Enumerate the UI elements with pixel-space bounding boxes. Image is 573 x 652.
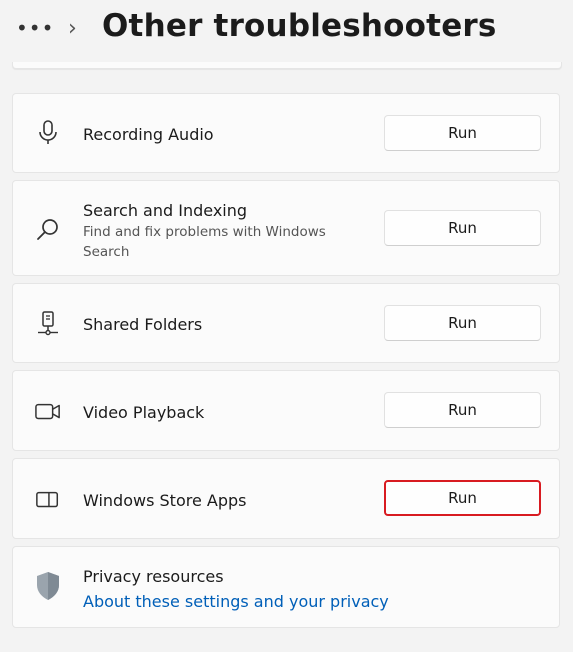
microphone-icon bbox=[35, 120, 61, 146]
shared-folder-icon bbox=[35, 311, 61, 337]
page-header: ••• › Other troubleshooters bbox=[0, 0, 573, 62]
shield-icon bbox=[35, 572, 61, 600]
breadcrumb-chevron-icon: › bbox=[68, 16, 77, 41]
run-recording-audio-button[interactable]: Run bbox=[384, 115, 541, 151]
troubleshooter-label: Video Playback bbox=[83, 403, 205, 422]
troubleshooter-label: Search and Indexing bbox=[83, 201, 248, 220]
search-icon bbox=[35, 216, 61, 242]
troubleshooter-description: Find and fix problems with Windows Searc… bbox=[83, 224, 326, 260]
troubleshooter-label: Recording Audio bbox=[83, 125, 214, 144]
page-title: Other troubleshooters bbox=[102, 8, 497, 44]
troubleshooter-label: Shared Folders bbox=[83, 315, 203, 334]
privacy-resources-card: Privacy resources About these settings a… bbox=[12, 546, 560, 628]
troubleshooter-windows-store-apps: Windows Store Apps Run bbox=[12, 458, 560, 539]
troubleshooter-shared-folders: Shared Folders Run bbox=[12, 283, 560, 363]
run-windows-store-apps-button[interactable]: Run bbox=[384, 480, 541, 516]
troubleshooter-recording-audio: Recording Audio Run bbox=[12, 93, 560, 173]
run-search-indexing-button[interactable]: Run bbox=[384, 210, 541, 246]
more-options-button[interactable]: ••• bbox=[16, 18, 53, 42]
run-shared-folders-button[interactable]: Run bbox=[384, 305, 541, 341]
video-camera-icon bbox=[35, 399, 61, 425]
troubleshooter-label: Windows Store Apps bbox=[83, 491, 247, 510]
privacy-resources-title: Privacy resources bbox=[83, 567, 224, 586]
troubleshooter-search-indexing: Search and Indexing Find and fix problem… bbox=[12, 180, 560, 276]
troubleshooter-video-playback: Video Playback Run bbox=[12, 370, 560, 451]
privacy-settings-link[interactable]: About these settings and your privacy bbox=[83, 592, 389, 611]
store-apps-icon bbox=[35, 487, 61, 513]
previous-card-edge bbox=[12, 62, 562, 69]
run-video-playback-button[interactable]: Run bbox=[384, 392, 541, 428]
